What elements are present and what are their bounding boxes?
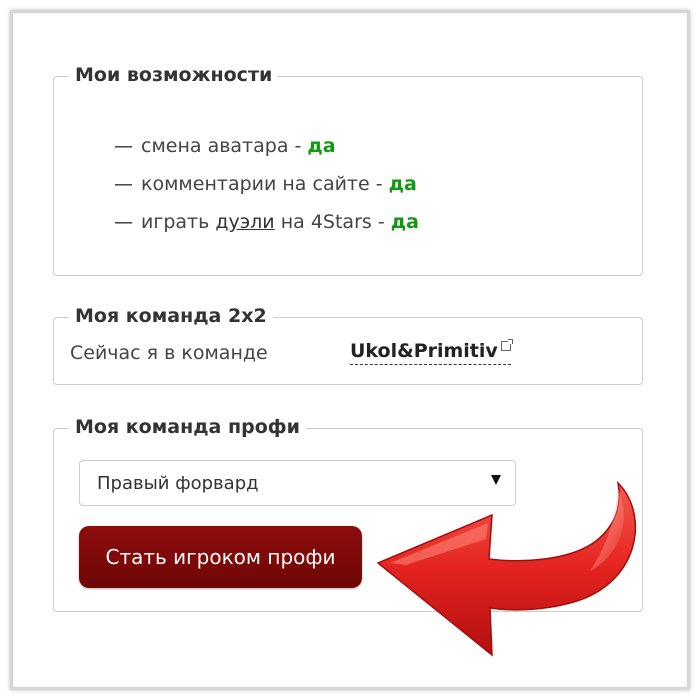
become-pro-button[interactable]: Стать игроком профи [79, 526, 362, 588]
team-name-link[interactable]: Ukol&Primitiv [350, 339, 513, 365]
list-item: — комментарии на сайте - да [114, 165, 419, 203]
ability-text: играть [141, 211, 210, 233]
team-row: Сейчас я в команде Ukol&Primitiv [70, 339, 513, 365]
duels-link[interactable]: дуэли [215, 211, 274, 233]
ability-value: да [388, 173, 417, 195]
abilities-legend: Мои возможности [69, 63, 279, 87]
position-select-value: Правый форвард [97, 473, 259, 494]
team-2x2-legend: Моя команда 2x2 [69, 304, 273, 328]
team-label: Сейчас я в команде [70, 342, 268, 364]
ability-text: на 4Stars - [280, 211, 385, 233]
list-dash: — [114, 211, 133, 233]
list-dash: — [114, 173, 133, 195]
ability-value: да [307, 135, 336, 157]
team-name-text: Ukol&Primitiv [350, 340, 498, 362]
abilities-list: — смена аватара - да — комментарии на сайт… [114, 127, 419, 241]
list-dash: — [114, 135, 133, 157]
pro-team-legend: Моя команда профи [69, 415, 306, 439]
external-link-icon [500, 339, 513, 351]
abilities-panel: Мои возможности — смена аватара - да — ком… [53, 63, 643, 276]
team-2x2-panel: Моя команда 2x2 Сейчас я в команде Ukol&… [53, 304, 643, 385]
ability-text: комментарии на сайте - [141, 173, 383, 195]
list-item: — смена аватара - да [114, 127, 419, 165]
list-item: — играть дуэли на 4Stars - да [114, 203, 419, 241]
ability-value: да [390, 211, 419, 233]
curved-arrow-icon [376, 480, 637, 657]
ability-text: смена аватара - [141, 135, 302, 157]
